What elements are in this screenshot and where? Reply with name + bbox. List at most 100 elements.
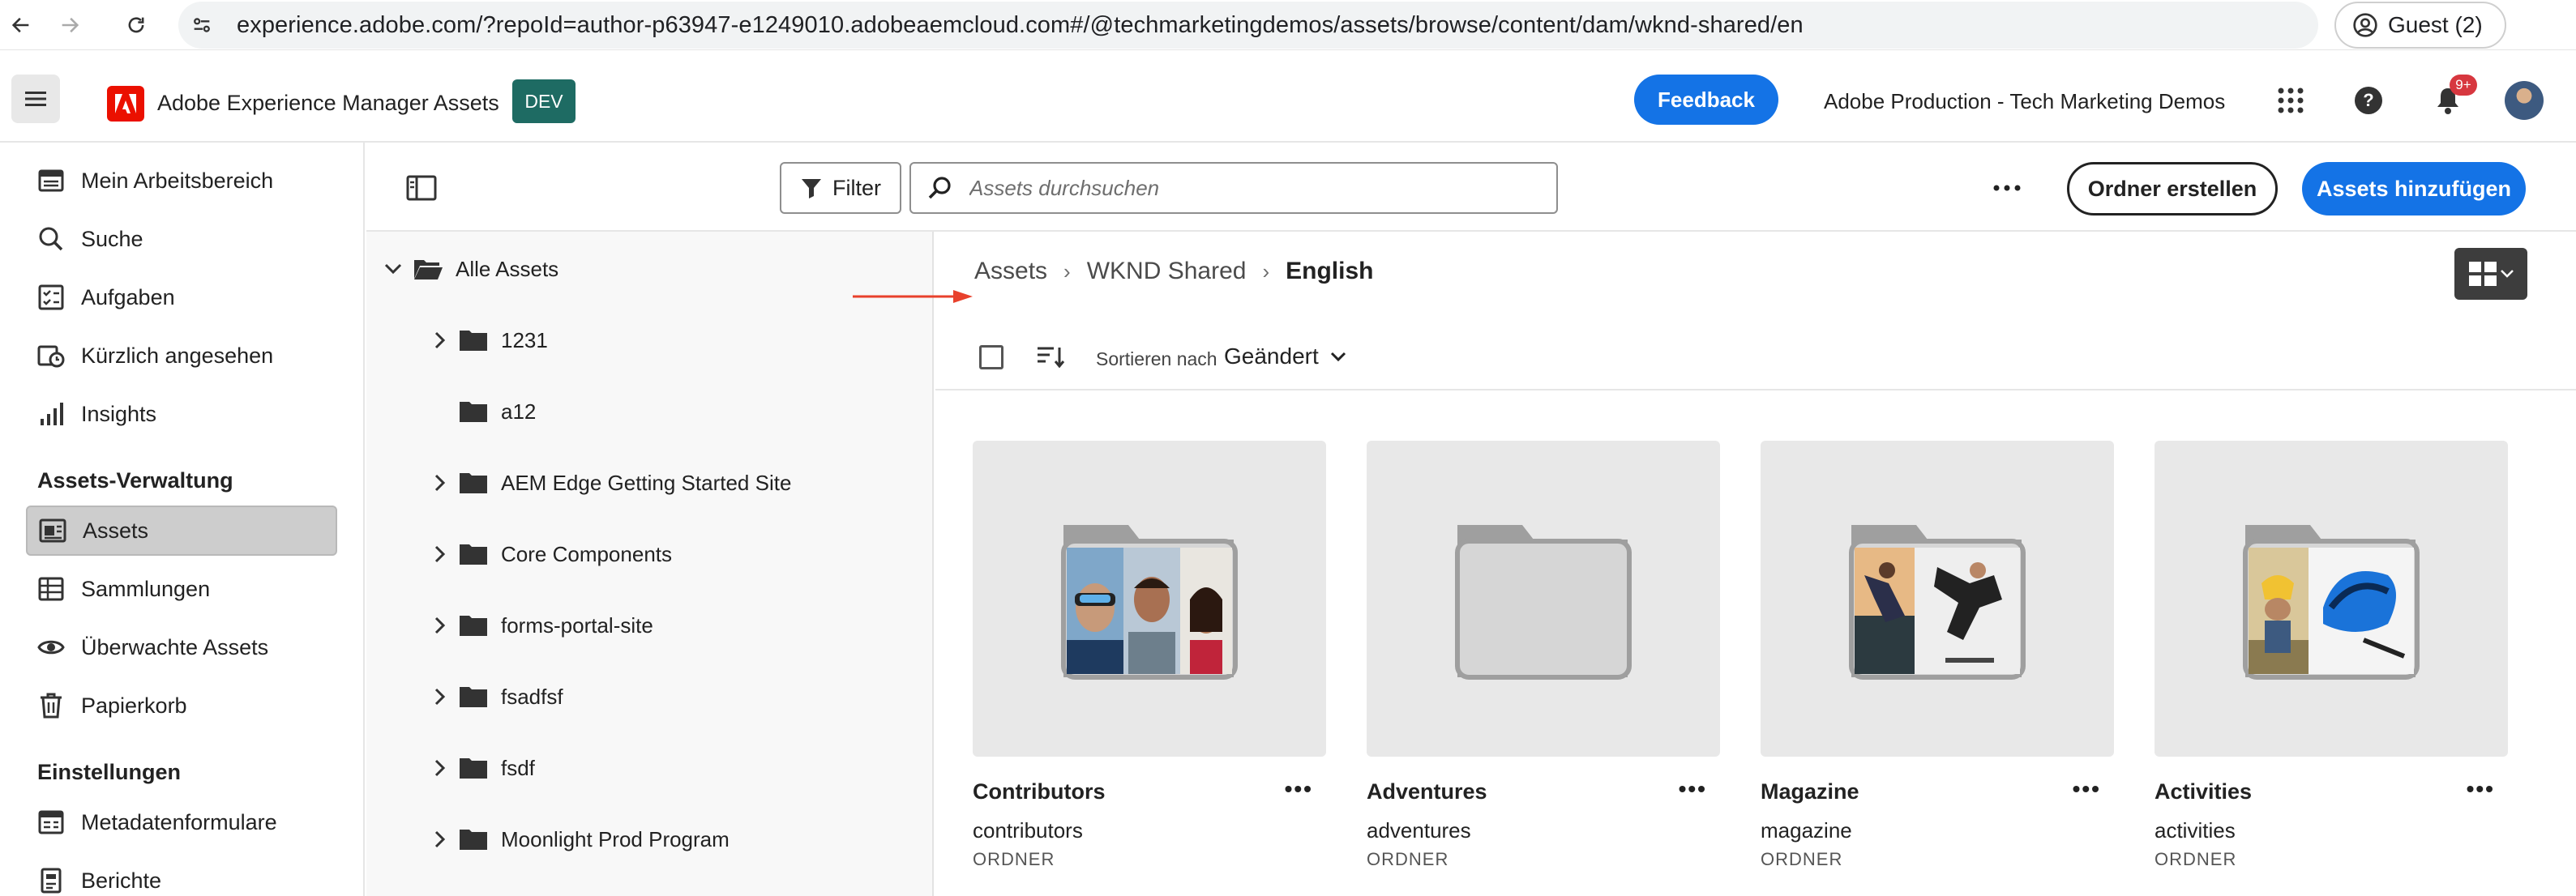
app-title: Adobe Experience Manager Assets xyxy=(157,91,499,115)
card-more-actions-button[interactable]: ••• xyxy=(2073,776,2101,802)
card-subtitle: contributors xyxy=(973,818,1083,843)
filter-button[interactable]: Filter xyxy=(780,162,901,214)
sidebar-item-tasks[interactable]: Aufgaben xyxy=(26,272,337,322)
assets-content: Assets › WKND Shared › English Sortieren… xyxy=(853,232,2576,896)
sidebar-item-assets[interactable]: Assets xyxy=(26,506,337,556)
tree-root-all-assets[interactable]: Alle Assets xyxy=(366,245,934,293)
chevron-right-icon[interactable] xyxy=(428,613,452,638)
chevron-right-icon[interactable] xyxy=(428,328,452,352)
chevron-right-icon[interactable] xyxy=(428,542,452,566)
tree-folder[interactable]: forms-portal-site xyxy=(366,601,934,650)
svg-text:?: ? xyxy=(2363,90,2373,110)
folder-icon xyxy=(457,612,490,638)
chevron-right-icon[interactable] xyxy=(428,756,452,780)
sort-bar: Sortieren nach Geändert xyxy=(935,329,2576,390)
breadcrumb-item-current: English xyxy=(1286,258,1374,284)
adobe-logo-icon[interactable] xyxy=(107,86,144,122)
sidebar-item-trash[interactable]: Papierkorb xyxy=(26,681,337,731)
card-title: Contributors xyxy=(973,779,1106,804)
notifications-button[interactable]: 9+ xyxy=(2428,75,2477,120)
sidebar-item-watched-assets[interactable]: Überwachte Assets xyxy=(26,622,337,672)
view-switcher-button[interactable] xyxy=(2454,248,2527,300)
asset-card[interactable]: Adventures ••• adventures ORDNER xyxy=(1367,441,1720,896)
hamburger-menu-button[interactable] xyxy=(11,75,60,123)
card-subtitle: adventures xyxy=(1367,818,1471,843)
card-type-label: ORDNER xyxy=(2155,849,2237,869)
tree-folder-label: AEM Edge Getting Started Site xyxy=(501,470,792,495)
folder-thumbnail[interactable] xyxy=(1367,441,1720,757)
breadcrumb-item-assets[interactable]: Assets xyxy=(974,258,1047,285)
tree-root-label: Alle Assets xyxy=(456,256,559,281)
tree-folder-label: 1231 xyxy=(501,327,548,352)
folder-thumbnail[interactable] xyxy=(2155,441,2508,757)
chevron-down-icon[interactable] xyxy=(381,257,405,281)
arrow-left-icon xyxy=(11,17,29,33)
more-actions-button[interactable] xyxy=(1986,167,2028,209)
sort-direction-button[interactable] xyxy=(1034,342,1067,373)
sidebar-item-workspace[interactable]: Mein Arbeitsbereich xyxy=(26,156,337,206)
create-folder-button[interactable]: Ordner erstellen xyxy=(2067,162,2278,215)
folder-icon xyxy=(457,684,490,710)
site-settings-icon[interactable] xyxy=(190,13,214,37)
profile-chip[interactable]: Guest (2) xyxy=(2334,2,2506,49)
back-button[interactable] xyxy=(5,9,37,41)
url-text[interactable]: experience.adobe.com/?repoId=author-p639… xyxy=(237,12,1804,39)
card-title: Magazine xyxy=(1761,779,1859,804)
breadcrumb: Assets › WKND Shared › English xyxy=(853,258,1374,303)
sidebar-item-label: Papierkorb xyxy=(81,693,187,718)
chevron-down-icon xyxy=(1330,352,1346,361)
toggle-rail-button[interactable] xyxy=(404,170,439,206)
tree-folder[interactable]: Moonlight Prod Program xyxy=(366,815,934,864)
folder-thumbnail[interactable] xyxy=(1761,441,2114,757)
chevron-right-icon: › xyxy=(1262,258,1270,284)
sidebar-item-recent[interactable]: Kürzlich angesehen xyxy=(26,331,337,381)
folder-icon xyxy=(457,470,490,496)
asset-card[interactable]: Activities ••• activities ORDNER xyxy=(2155,441,2508,896)
sort-field-dropdown[interactable]: Geändert xyxy=(1224,343,1346,369)
forward-button[interactable] xyxy=(53,9,86,41)
select-all-checkbox[interactable] xyxy=(979,345,1003,369)
section-heading-assets: Assets-Verwaltung xyxy=(37,468,233,493)
sidebar-item-metadata-forms[interactable]: Metadatenformulare xyxy=(26,797,337,847)
organization-switcher[interactable]: Adobe Production - Tech Marketing Demos xyxy=(1824,89,2225,114)
search-input[interactable] xyxy=(969,175,1537,201)
tree-folder-label: Core Components xyxy=(501,541,672,566)
sort-by-label: Sortieren nach xyxy=(1096,348,1217,369)
sidebar-item-collections[interactable]: Sammlungen xyxy=(26,564,337,614)
chevron-right-icon[interactable] xyxy=(428,685,452,709)
help-button[interactable]: ? xyxy=(2349,81,2388,120)
avatar[interactable] xyxy=(2505,81,2544,120)
card-type-label: ORDNER xyxy=(1761,849,1843,869)
tree-folder[interactable]: 1231 xyxy=(366,316,934,365)
address-bar[interactable]: experience.adobe.com/?repoId=author-p639… xyxy=(178,2,2318,49)
feedback-button[interactable]: Feedback xyxy=(1634,75,1778,125)
sidebar-item-reports[interactable]: Berichte xyxy=(26,855,337,896)
assets-toolbar: Filter Ordner erstellen Assets hinzufüge… xyxy=(366,143,2576,232)
sidebar-item-insights[interactable]: Insights xyxy=(26,389,337,439)
sidebar-item-label: Aufgaben xyxy=(81,284,175,309)
app-switcher-button[interactable] xyxy=(2271,81,2310,120)
card-more-actions-button[interactable]: ••• xyxy=(1679,776,1707,802)
asset-card[interactable]: Magazine ••• magazine ORDNER xyxy=(1761,441,2114,896)
grid-apps-icon xyxy=(2278,87,2304,113)
chevron-right-icon[interactable] xyxy=(428,827,452,851)
side-panel-icon xyxy=(406,175,437,201)
breadcrumb-item-wknd-shared[interactable]: WKND Shared xyxy=(1087,258,1247,285)
tree-folder[interactable]: fsadfsf xyxy=(366,672,934,721)
search-field[interactable] xyxy=(909,162,1558,214)
folder-icon xyxy=(457,327,490,353)
folder-thumbnail[interactable] xyxy=(973,441,1326,757)
sidebar-item-label: Metadatenformulare xyxy=(81,809,277,834)
chevron-right-icon[interactable] xyxy=(428,471,452,495)
tree-folder[interactable]: fsdf xyxy=(366,744,934,792)
add-assets-button[interactable]: Assets hinzufügen xyxy=(2302,162,2526,215)
asset-card[interactable]: Contributors ••• contributors ORDNER xyxy=(973,441,1326,896)
tree-folder[interactable]: Core Components xyxy=(366,530,934,578)
card-more-actions-button[interactable]: ••• xyxy=(2467,776,2495,802)
card-more-actions-button[interactable]: ••• xyxy=(1285,776,1313,802)
tree-folder[interactable]: a12 xyxy=(366,387,934,436)
sidebar-item-search[interactable]: Suche xyxy=(26,214,337,264)
reload-button[interactable] xyxy=(120,9,152,41)
help-icon: ? xyxy=(2355,87,2382,114)
tree-folder[interactable]: AEM Edge Getting Started Site xyxy=(366,459,934,507)
